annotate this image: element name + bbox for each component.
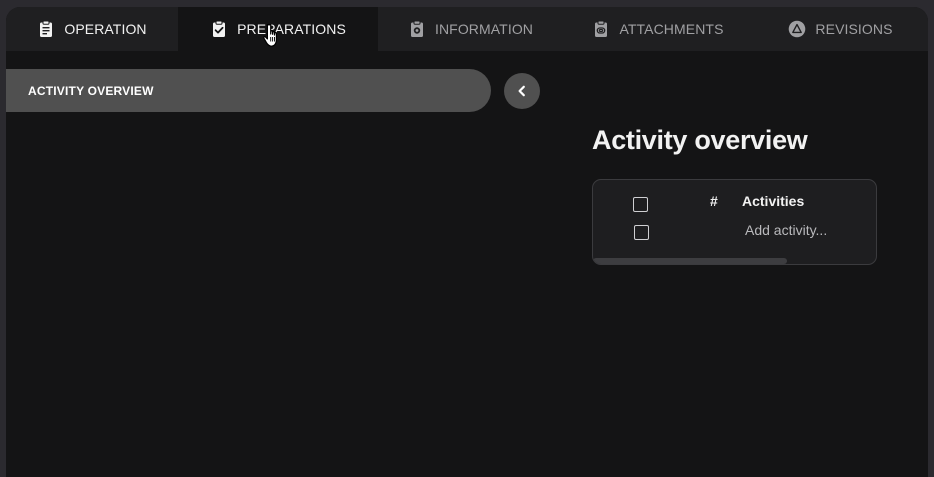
tab-label: PREPARATIONS	[237, 21, 346, 37]
app-window: OPERATION PREPARATIONS INFORMATION ATTAC…	[6, 7, 928, 477]
tab-preparations[interactable]: PREPARATIONS	[178, 7, 378, 51]
select-all-checkbox[interactable]	[633, 197, 648, 212]
chevron-left-icon	[515, 84, 529, 98]
tab-operation[interactable]: OPERATION	[6, 7, 178, 51]
tab-label: REVISIONS	[815, 21, 893, 37]
column-header-number: #	[710, 193, 718, 209]
tab-label: OPERATION	[64, 21, 147, 37]
horizontal-scrollbar[interactable]	[593, 258, 787, 264]
clipboard-icon	[37, 20, 55, 38]
tab-information[interactable]: INFORMATION	[378, 7, 563, 51]
activity-overview-pill[interactable]: ACTIVITY OVERVIEW	[6, 69, 491, 112]
column-header-activities: Activities	[742, 193, 805, 209]
tab-label: ATTACHMENTS	[619, 21, 724, 37]
row-checkbox[interactable]	[634, 225, 649, 240]
pill-label: ACTIVITY OVERVIEW	[28, 83, 154, 98]
activities-table: # Activities Add activity...	[592, 179, 877, 265]
tab-label: INFORMATION	[434, 21, 534, 37]
add-activity-input[interactable]: Add activity...	[745, 222, 827, 238]
collapse-button[interactable]	[504, 73, 540, 109]
tab-bar: OPERATION PREPARATIONS INFORMATION ATTAC…	[6, 7, 928, 51]
revision-triangle-icon	[788, 20, 806, 38]
page-title: Activity overview	[592, 125, 808, 155]
tab-revisions[interactable]: REVISIONS	[753, 7, 928, 51]
clipboard-settings-icon	[408, 20, 426, 38]
clipboard-attachment-icon	[592, 20, 610, 38]
clipboard-check-icon	[210, 20, 228, 38]
tab-attachments[interactable]: ATTACHMENTS	[563, 7, 753, 51]
